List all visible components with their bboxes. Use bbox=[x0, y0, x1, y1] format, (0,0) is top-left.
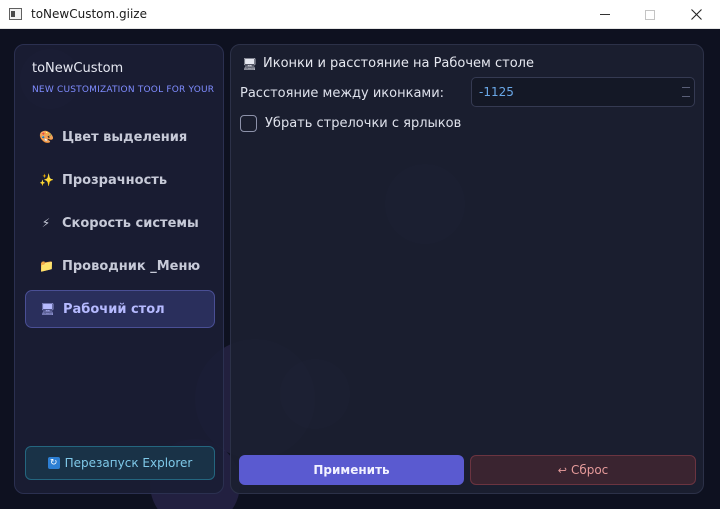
spin-up-icon[interactable] bbox=[682, 87, 690, 88]
spinbox-arrows[interactable] bbox=[680, 82, 692, 102]
remove-shortcut-arrows-checkbox[interactable] bbox=[240, 115, 257, 132]
sidebar-item-label: Скорость системы bbox=[62, 215, 199, 231]
icon-spacing-spinbox[interactable] bbox=[471, 77, 695, 107]
minimize-button[interactable] bbox=[582, 0, 628, 29]
desktop-monitor-icon: 🖥 bbox=[242, 56, 258, 71]
remove-shortcut-arrows-label: Убрать стрелочки с ярлыков bbox=[265, 116, 462, 131]
window-titlebar: toNewCustom.giize bbox=[0, 0, 720, 29]
app-client-area: toNewCustom NEW CUSTOMIZATION TOOL FOR Y… bbox=[0, 29, 720, 509]
section-header: 🖥 Иконки и расстояние на Рабочем столе bbox=[242, 56, 534, 71]
sidebar-item-label: Прозрачность bbox=[62, 172, 168, 188]
restart-explorer-label: Перезапуск Explorer bbox=[64, 456, 193, 470]
lightning-icon: ⚡ bbox=[41, 216, 51, 230]
undo-icon: ↩ bbox=[557, 463, 567, 477]
sidebar: toNewCustom NEW CUSTOMIZATION TOOL FOR Y… bbox=[14, 44, 224, 494]
sidebar-item-highlight-color[interactable]: 🎨 Цвет выделения bbox=[25, 118, 215, 156]
section-title: Иконки и расстояние на Рабочем столе bbox=[263, 56, 534, 71]
desktop-monitor-icon: 🖥 bbox=[40, 302, 56, 316]
sidebar-item-desktop[interactable]: 🖥 Рабочий стол bbox=[25, 290, 215, 328]
brand-title: toNewCustom bbox=[32, 61, 124, 76]
icon-spacing-label: Расстояние между иконками: bbox=[240, 86, 445, 101]
app-icon bbox=[9, 8, 22, 20]
reset-label: Сброс bbox=[570, 463, 609, 477]
brand-tagline: NEW CUSTOMIZATION TOOL FOR YOUR bbox=[32, 85, 215, 95]
folder-icon: 📁 bbox=[39, 259, 54, 273]
sidebar-item-transparency[interactable]: ✨ Прозрачность bbox=[25, 161, 215, 199]
sparkles-icon: ✨ bbox=[39, 173, 54, 187]
sidebar-item-explorer-menu[interactable]: 📁 Проводник _Меню bbox=[25, 247, 215, 285]
refresh-icon: ↻ bbox=[47, 457, 60, 469]
maximize-button[interactable] bbox=[627, 0, 673, 29]
window-title: toNewCustom.giize bbox=[31, 7, 147, 21]
spin-down-icon[interactable] bbox=[682, 96, 690, 97]
maximize-icon bbox=[645, 9, 655, 20]
icon-spacing-input[interactable] bbox=[472, 78, 677, 106]
apply-button[interactable]: Применить bbox=[239, 455, 464, 485]
close-button[interactable] bbox=[673, 0, 719, 29]
sidebar-item-label: Проводник _Меню bbox=[62, 258, 201, 274]
reset-button[interactable]: ↩ Сброс bbox=[470, 455, 696, 485]
sidebar-item-system-speed[interactable]: ⚡ Скорость системы bbox=[25, 204, 215, 242]
sidebar-item-label: Рабочий стол bbox=[63, 301, 165, 317]
close-icon bbox=[690, 9, 702, 20]
palette-icon: 🎨 bbox=[39, 130, 54, 144]
restart-explorer-button[interactable]: ↻ Перезапуск Explorer bbox=[25, 446, 215, 480]
sidebar-item-label: Цвет выделения bbox=[62, 129, 188, 145]
remove-shortcut-arrows-row[interactable]: Убрать стрелочки с ярлыков bbox=[240, 115, 461, 132]
main-panel: 🖥 Иконки и расстояние на Рабочем столе Р… bbox=[230, 44, 704, 494]
minimize-icon bbox=[600, 14, 610, 15]
